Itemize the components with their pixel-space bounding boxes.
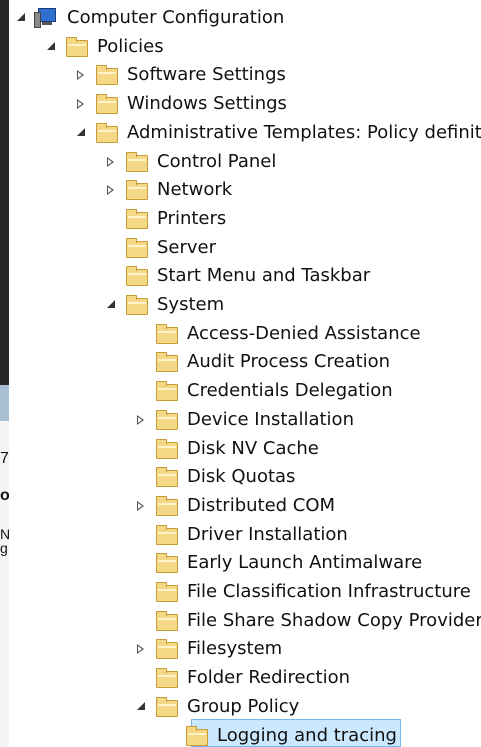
tree-item[interactable]: Access-Denied Assistance bbox=[9, 320, 481, 348]
folder-icon bbox=[124, 295, 148, 315]
tree-item[interactable]: Control Panel bbox=[9, 148, 481, 176]
folder-icon bbox=[124, 180, 148, 201]
tree-item-label: Server bbox=[157, 236, 217, 258]
tree-item-label: Distributed COM bbox=[187, 494, 336, 516]
tree-item[interactable]: Audit Process Creation bbox=[9, 348, 481, 376]
tree-item-label: Printers bbox=[157, 207, 227, 229]
tree-item-label: Folder Redirection bbox=[187, 667, 351, 689]
folder-icon bbox=[154, 352, 178, 373]
tree-item-label: Group Policy bbox=[187, 695, 300, 717]
tree-item[interactable]: Network bbox=[9, 176, 481, 204]
tree-item[interactable]: Disk NV Cache bbox=[9, 435, 481, 463]
tree-item-label: Device Installation bbox=[187, 408, 354, 430]
folder-icon bbox=[154, 553, 178, 574]
expanded-chevron-icon[interactable] bbox=[137, 701, 147, 712]
tree-item[interactable]: Printers bbox=[9, 205, 481, 233]
folder-icon bbox=[124, 208, 148, 229]
tree-item[interactable]: Credentials Delegation bbox=[9, 377, 481, 405]
background-text: 7 bbox=[0, 450, 9, 467]
tree-item-label: Credentials Delegation bbox=[187, 380, 393, 402]
tree-item[interactable]: Windows Settings bbox=[9, 90, 481, 118]
tree-item[interactable]: Distributed COM bbox=[9, 492, 481, 520]
folder-icon bbox=[154, 495, 178, 516]
folder-icon bbox=[154, 381, 178, 402]
tree-item[interactable]: File Share Shadow Copy Provider bbox=[9, 607, 481, 635]
tree-item[interactable]: Computer Configuration bbox=[9, 4, 481, 32]
tree-item-label: Early Launch Antimalware bbox=[187, 552, 423, 574]
folder-icon bbox=[124, 266, 148, 287]
tree-item[interactable]: File Classification Infrastructure bbox=[9, 578, 481, 606]
tree-item[interactable]: Administrative Templates: Policy definit… bbox=[9, 119, 481, 147]
tree-item[interactable]: Policies bbox=[9, 33, 481, 61]
computer-icon bbox=[34, 8, 58, 28]
tree-item[interactable]: Server bbox=[9, 234, 481, 262]
folder-icon bbox=[154, 582, 178, 602]
collapsed-chevron-icon[interactable] bbox=[137, 500, 147, 511]
collapsed-chevron-icon[interactable] bbox=[137, 644, 147, 655]
tree-item[interactable]: Disk Quotas bbox=[9, 463, 481, 491]
folder-icon bbox=[154, 409, 178, 430]
tree-item-label: System bbox=[157, 294, 225, 315]
folder-icon bbox=[124, 237, 148, 258]
tree-item[interactable]: Group Policy bbox=[9, 693, 481, 721]
policy-tree-view[interactable]: Computer Configuration Policies Software S… bbox=[9, 0, 481, 747]
folder-icon bbox=[154, 323, 178, 344]
folder-icon bbox=[184, 725, 208, 746]
tree-item[interactable]: Device Installation bbox=[9, 406, 481, 434]
tree-item-label: Disk NV Cache bbox=[187, 437, 319, 459]
tree-item[interactable]: Folder Redirection bbox=[9, 664, 481, 692]
tree-item-label: Filesystem bbox=[187, 638, 283, 660]
folder-icon bbox=[154, 524, 178, 545]
tree-item-label: Audit Process Creation bbox=[187, 351, 391, 373]
collapsed-chevron-icon[interactable] bbox=[107, 156, 117, 167]
tree-item-label: Computer Configuration bbox=[67, 7, 285, 28]
tree-item-label: Windows Settings bbox=[127, 93, 287, 115]
collapsed-chevron-icon[interactable] bbox=[107, 185, 117, 196]
folder-icon bbox=[94, 122, 118, 143]
folder-icon bbox=[154, 438, 178, 459]
tree-item[interactable]: Software Settings bbox=[9, 61, 481, 89]
tree-item-label: Network bbox=[157, 179, 233, 201]
tree-item[interactable]: Driver Installation bbox=[9, 521, 481, 549]
tree-item[interactable]: System bbox=[9, 291, 481, 319]
folder-icon bbox=[124, 151, 148, 172]
tree-item-label: File Classification Infrastructure bbox=[187, 581, 471, 602]
tree-item-label: Policies bbox=[97, 35, 164, 57]
tree-item[interactable]: Filesystem bbox=[9, 635, 481, 663]
collapsed-chevron-icon[interactable] bbox=[77, 70, 87, 81]
tree-item[interactable]: Early Launch Antimalware bbox=[9, 549, 481, 577]
expanded-chevron-icon[interactable] bbox=[77, 127, 87, 138]
folder-icon bbox=[154, 467, 178, 488]
collapsed-chevron-icon[interactable] bbox=[137, 414, 147, 425]
tree-item[interactable]: Logging and tracing bbox=[9, 722, 481, 747]
tree-item-label: Disk Quotas bbox=[187, 466, 296, 488]
background-text: g bbox=[0, 540, 8, 556]
folder-icon bbox=[64, 36, 88, 57]
tree-item[interactable]: Start Menu and Taskbar bbox=[9, 262, 481, 290]
tree-item-label: Access-Denied Assistance bbox=[187, 322, 421, 344]
expanded-chevron-icon[interactable] bbox=[107, 300, 117, 310]
tree-item-label: Control Panel bbox=[157, 150, 277, 172]
tree-item-label: File Share Shadow Copy Provider bbox=[187, 609, 481, 631]
tree-item-label: Logging and tracing bbox=[217, 724, 397, 746]
collapsed-chevron-icon[interactable] bbox=[77, 99, 87, 110]
expanded-chevron-icon[interactable] bbox=[47, 41, 57, 52]
expanded-chevron-icon[interactable] bbox=[17, 13, 27, 23]
tree-item-label: Driver Installation bbox=[187, 523, 348, 545]
folder-icon bbox=[94, 94, 118, 115]
tree-item-label: Administrative Templates: Policy definit… bbox=[127, 121, 481, 143]
folder-icon bbox=[154, 696, 178, 717]
folder-icon bbox=[154, 668, 178, 689]
tree-item-label: Software Settings bbox=[127, 64, 286, 86]
folder-icon bbox=[154, 639, 178, 660]
folder-icon bbox=[154, 610, 178, 631]
tree-item-label: Start Menu and Taskbar bbox=[157, 265, 371, 287]
folder-icon bbox=[94, 65, 118, 86]
